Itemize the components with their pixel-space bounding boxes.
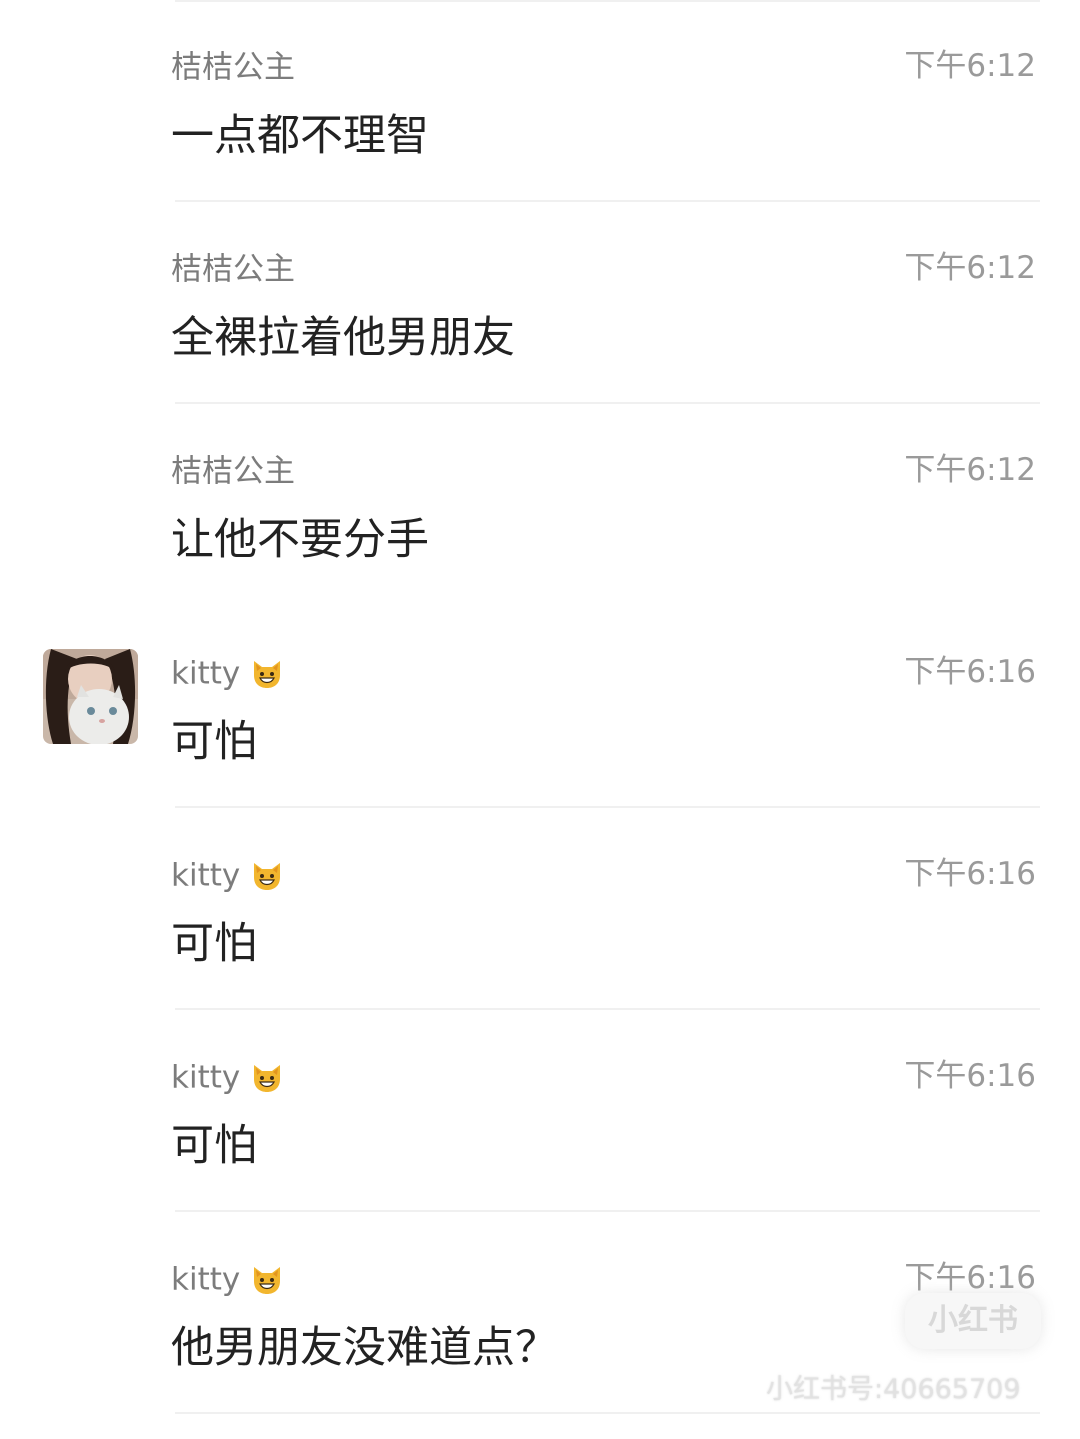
- grinning-cat-emoji-icon: [250, 1263, 284, 1297]
- grinning-cat-emoji-icon: [250, 1061, 284, 1095]
- sender-name: 桔桔公主: [171, 246, 295, 290]
- sender-name: kitty: [171, 650, 284, 694]
- message-item[interactable]: kitty 下午6:16 可怕: [0, 1010, 1080, 1212]
- avatar-photo: [43, 649, 138, 744]
- message-time: 下午6:12: [904, 452, 1036, 488]
- message-text: 可怕: [171, 919, 257, 969]
- sender-name-text: kitty: [171, 655, 241, 692]
- sender-name: kitty: [171, 1256, 284, 1300]
- watermark-account-id: 小红书号:40665709: [766, 1374, 1021, 1405]
- message-item[interactable]: kitty 下午6:16 可怕: [0, 808, 1080, 1010]
- message-item[interactable]: 桔桔公主 下午6:12 让他不要分手: [0, 404, 1080, 606]
- watermark-logo: 小红书: [905, 1293, 1041, 1349]
- sender-name: 桔桔公主: [171, 44, 295, 88]
- message-time: 下午6:16: [904, 1058, 1036, 1094]
- message-time: 下午6:16: [904, 856, 1036, 892]
- sender-name-text: 桔桔公主: [171, 49, 295, 86]
- message-text: 可怕: [171, 1121, 257, 1171]
- message-text: 让他不要分手: [171, 515, 429, 565]
- message-text: 他男朋友没难道点？: [171, 1323, 558, 1373]
- avatar[interactable]: [43, 649, 138, 744]
- sender-name-text: kitty: [171, 1261, 241, 1298]
- grinning-cat-emoji-icon: [250, 657, 284, 691]
- message-time: 下午6:16: [904, 654, 1036, 690]
- sender-name: kitty: [171, 1054, 284, 1098]
- grinning-cat-emoji-icon: [250, 859, 284, 893]
- sender-name-text: 桔桔公主: [171, 251, 295, 288]
- message-item[interactable]: 桔桔公主 下午6:12 一点都不理智: [0, 0, 1080, 202]
- sender-name-text: kitty: [171, 1059, 241, 1096]
- message-time: 下午6:12: [904, 48, 1036, 84]
- message-time: 下午6:12: [904, 250, 1036, 286]
- sender-name-text: 桔桔公主: [171, 453, 295, 490]
- chat-message-list[interactable]: 桔桔公主 下午6:12 一点都不理智 桔桔公主 下午6:12 全裸拉着他男朋友 …: [0, 0, 1080, 1439]
- message-item[interactable]: 桔桔公主 下午6:12 全裸拉着他男朋友: [0, 202, 1080, 404]
- sender-name: kitty: [171, 852, 284, 896]
- sender-name-text: kitty: [171, 857, 241, 894]
- message-text: 可怕: [171, 717, 257, 767]
- message-text: 一点都不理智: [171, 111, 429, 161]
- message-item[interactable]: kitty 下午6:16 可怕: [0, 606, 1080, 808]
- sender-name: 桔桔公主: [171, 448, 295, 492]
- message-text: 全裸拉着他男朋友: [171, 313, 515, 363]
